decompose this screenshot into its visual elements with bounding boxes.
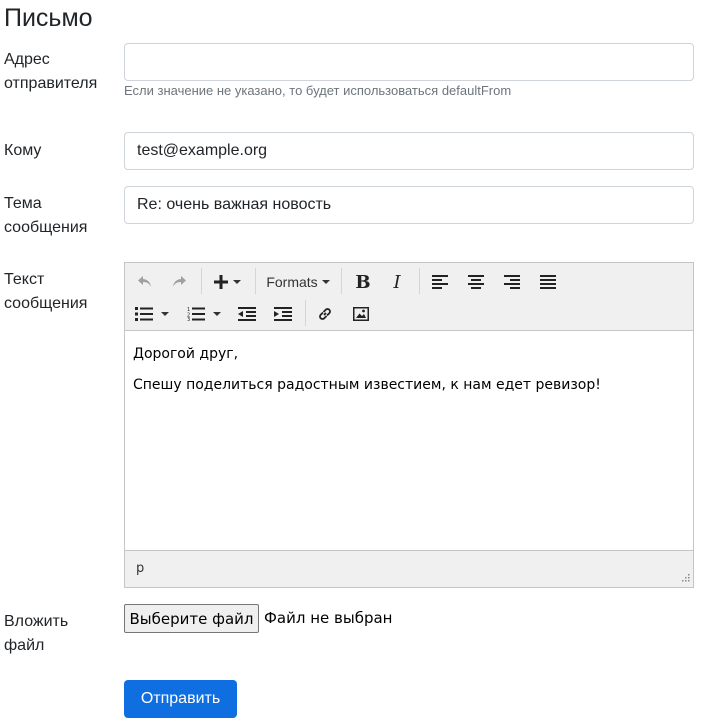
chevron-down-icon xyxy=(233,280,241,284)
sender-label: Адрес отправителя xyxy=(4,48,97,96)
chevron-down-icon xyxy=(321,280,330,284)
align-left-icon[interactable] xyxy=(426,268,454,296)
chevron-down-icon xyxy=(213,312,221,316)
svg-text:3: 3 xyxy=(187,317,190,321)
editor-paragraph: Дорогой друг, xyxy=(133,346,239,362)
attach-label: Вложить файл xyxy=(4,610,68,658)
sender-email-field[interactable] xyxy=(124,43,694,81)
attach-label-line2: файл xyxy=(4,637,45,654)
sender-help-text: Если значение не указано, то будет испол… xyxy=(124,83,512,98)
attach-label-line1: Вложить xyxy=(4,613,69,630)
toolbar-separator xyxy=(419,268,420,294)
editor-statusbar: p xyxy=(125,550,693,587)
to-label: Кому xyxy=(4,142,42,159)
formats-dropdown[interactable]: Formats xyxy=(263,268,333,296)
align-justify-icon[interactable] xyxy=(534,268,562,296)
align-center-icon[interactable] xyxy=(462,268,490,296)
insert-icon[interactable] xyxy=(209,268,245,296)
element-path[interactable]: p xyxy=(136,561,144,576)
chevron-down-icon xyxy=(161,312,169,316)
outdent-icon[interactable] xyxy=(233,300,261,328)
link-icon[interactable] xyxy=(311,300,339,328)
indent-icon[interactable] xyxy=(269,300,297,328)
choose-file-button[interactable]: Выберите файл xyxy=(124,604,259,633)
bullet-list-icon[interactable] xyxy=(135,300,179,328)
bold-icon[interactable]: B xyxy=(349,268,377,296)
redo-icon[interactable] xyxy=(167,268,191,296)
subject-label-line2: сообщения xyxy=(4,219,88,236)
sender-label-line1: Адрес xyxy=(4,51,50,68)
formats-label: Formats xyxy=(266,274,318,290)
subject-field[interactable] xyxy=(124,186,694,224)
resize-handle-icon[interactable] xyxy=(680,574,690,584)
italic-icon[interactable]: I xyxy=(383,268,411,296)
align-right-icon[interactable] xyxy=(498,268,526,296)
image-icon[interactable] xyxy=(347,300,375,328)
editor-toolbar: Formats B I 123 xyxy=(125,263,693,331)
rich-text-editor: Formats B I 123 Дорогой друг, Спешу поде… xyxy=(124,262,694,588)
toolbar-separator xyxy=(201,268,202,294)
editor-paragraph: Спешу поделиться радостным известием, к … xyxy=(133,377,601,393)
toolbar-separator xyxy=(305,300,306,326)
send-button[interactable]: Отправить xyxy=(124,680,237,718)
body-label-line1: Текст xyxy=(4,271,45,288)
toolbar-separator xyxy=(255,268,256,294)
sender-label-line2: отправителя xyxy=(4,75,98,92)
page-title: Письмо xyxy=(4,4,93,32)
editor-content[interactable]: Дорогой друг, Спешу поделиться радостным… xyxy=(125,331,693,550)
toolbar-separator xyxy=(341,268,342,294)
subject-label-line1: Тема xyxy=(4,195,42,212)
body-label: Текст сообщения xyxy=(4,268,87,316)
body-label-line2: сообщения xyxy=(4,295,88,312)
numbered-list-icon[interactable]: 123 xyxy=(187,300,231,328)
subject-label: Тема сообщения xyxy=(4,192,87,240)
to-email-field[interactable] xyxy=(124,132,694,170)
file-status: Файл не выбран xyxy=(264,609,393,627)
undo-icon[interactable] xyxy=(133,268,157,296)
